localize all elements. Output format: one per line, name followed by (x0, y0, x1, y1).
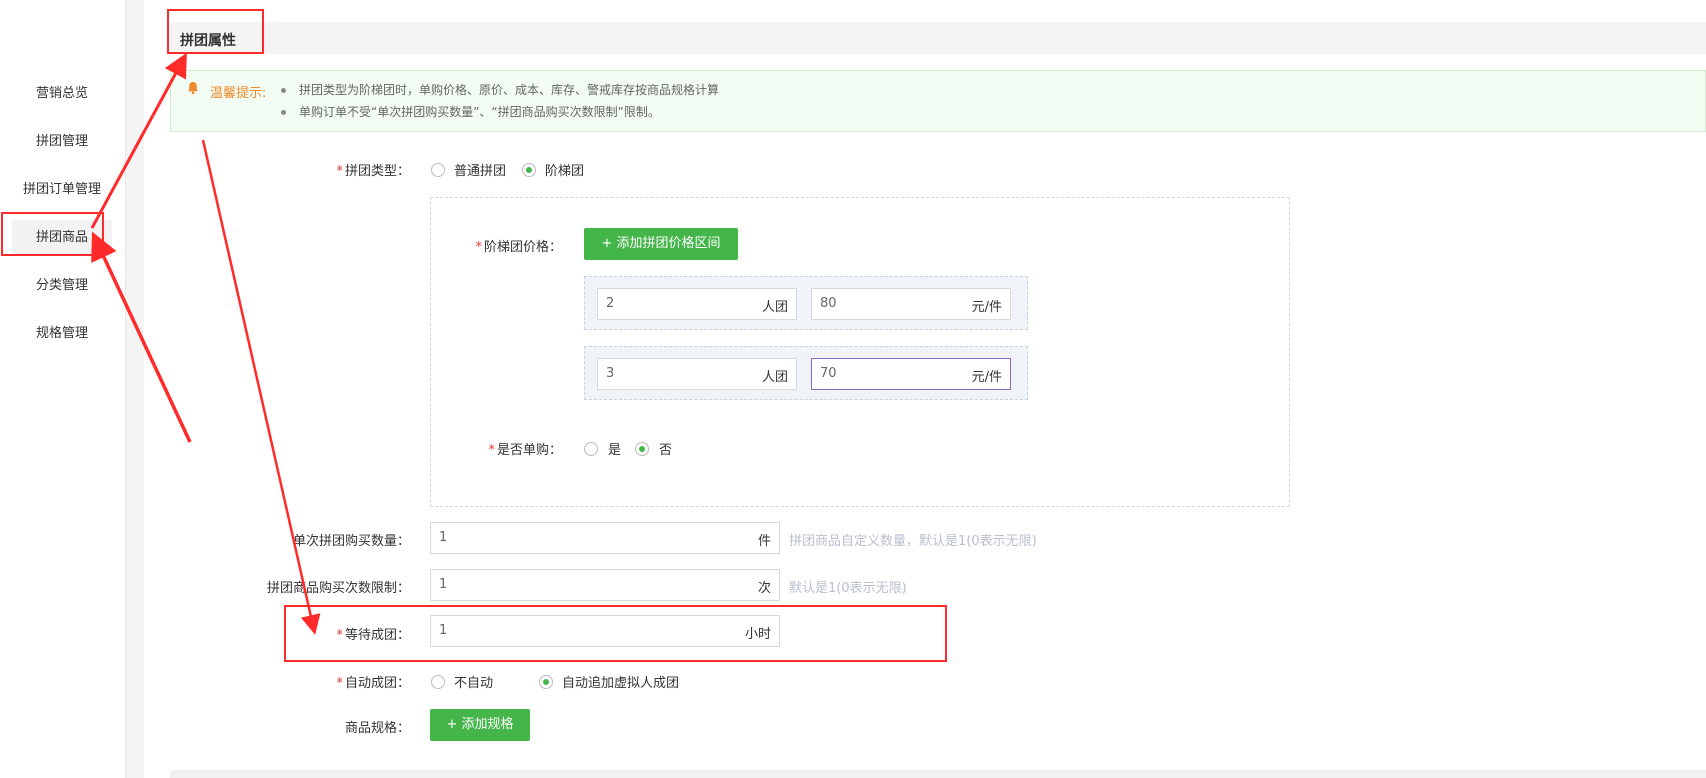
section-header (170, 22, 1706, 54)
bell-icon (188, 82, 198, 95)
annotation-box-wait-time (284, 605, 947, 662)
group-type-label: * 拼团类型： (336, 164, 410, 179)
radio-single-buy-no[interactable] (635, 442, 649, 456)
tip-label: 温馨提示: (210, 86, 267, 101)
purchase-limit-input[interactable]: 1 次 (430, 569, 780, 601)
tip-bullet (281, 110, 286, 115)
radio-auto-group-virtual[interactable] (539, 675, 553, 689)
tier-people-input[interactable]: 2 人团 (597, 288, 797, 320)
single-buy-label: * 是否单购： (488, 443, 562, 458)
annotation-box-sidebar-item (1, 212, 104, 256)
per-purchase-label: 单次拼团购买数量： (292, 534, 410, 549)
purchase-limit-hint: 默认是1(0表示无限) (789, 581, 907, 596)
auto-group-label: * 自动成团： (336, 676, 410, 691)
footer-bar (170, 770, 1706, 778)
tip-line: 拼团类型为阶梯团时，单购价格、原价、成本、库存、警戒库存按商品规格计算 (299, 83, 720, 97)
radio-ladder-group-label[interactable]: 阶梯团 (545, 160, 584, 179)
sidebar-item-group-management[interactable]: 拼团管理 (12, 124, 112, 160)
arrow-to-wait-time (201, 139, 321, 635)
sidebar-item-spec-management[interactable]: 规格管理 (12, 316, 112, 352)
sidebar-item-category-management[interactable]: 分类管理 (12, 268, 112, 304)
per-purchase-hint: 拼团商品自定义数量，默认是1(0表示无限) (789, 534, 1037, 549)
radio-single-buy-no-label[interactable]: 否 (659, 439, 672, 458)
add-spec-button[interactable]: + 添加规格 (430, 709, 530, 741)
annotation-box-section-title (167, 9, 264, 54)
radio-auto-group-off[interactable] (431, 675, 445, 689)
radio-single-buy-yes[interactable] (584, 442, 598, 456)
radio-auto-group-off-label[interactable]: 不自动 (454, 672, 493, 691)
radio-normal-group[interactable] (431, 163, 445, 177)
radio-auto-group-virtual-label[interactable]: 自动追加虚拟人成团 (562, 672, 679, 691)
tier-price-input[interactable]: 70 元/件 (811, 358, 1011, 390)
sidebar-gutter (126, 0, 144, 778)
radio-ladder-group[interactable] (522, 163, 536, 177)
sidebar-item-marketing-overview[interactable]: 营销总览 (12, 76, 112, 112)
ladder-price-label: * 阶梯团价格： (475, 240, 562, 255)
radio-normal-group-label[interactable]: 普通拼团 (454, 160, 506, 179)
add-price-tier-button[interactable]: + 添加拼团价格区间 (584, 228, 738, 260)
product-spec-label: 商品规格： (344, 721, 410, 736)
tip-bullet (281, 88, 286, 93)
sidebar: 营销总览 拼团管理 拼团订单管理 拼团商品 分类管理 规格管理 (0, 0, 126, 778)
tier-people-input[interactable]: 3 人团 (597, 358, 797, 390)
tip-line: 单购订单不受“单次拼团购买数量”、“拼团商品购买次数限制”限制。 (299, 105, 660, 119)
tip-box (170, 70, 1706, 132)
purchase-limit-label: 拼团商品购买次数限制： (266, 581, 410, 596)
per-purchase-input[interactable]: 1 件 (430, 522, 780, 554)
sidebar-item-group-orders[interactable]: 拼团订单管理 (12, 172, 112, 208)
tier-price-input[interactable]: 80 元/件 (811, 288, 1011, 320)
radio-single-buy-yes-label[interactable]: 是 (608, 439, 621, 458)
